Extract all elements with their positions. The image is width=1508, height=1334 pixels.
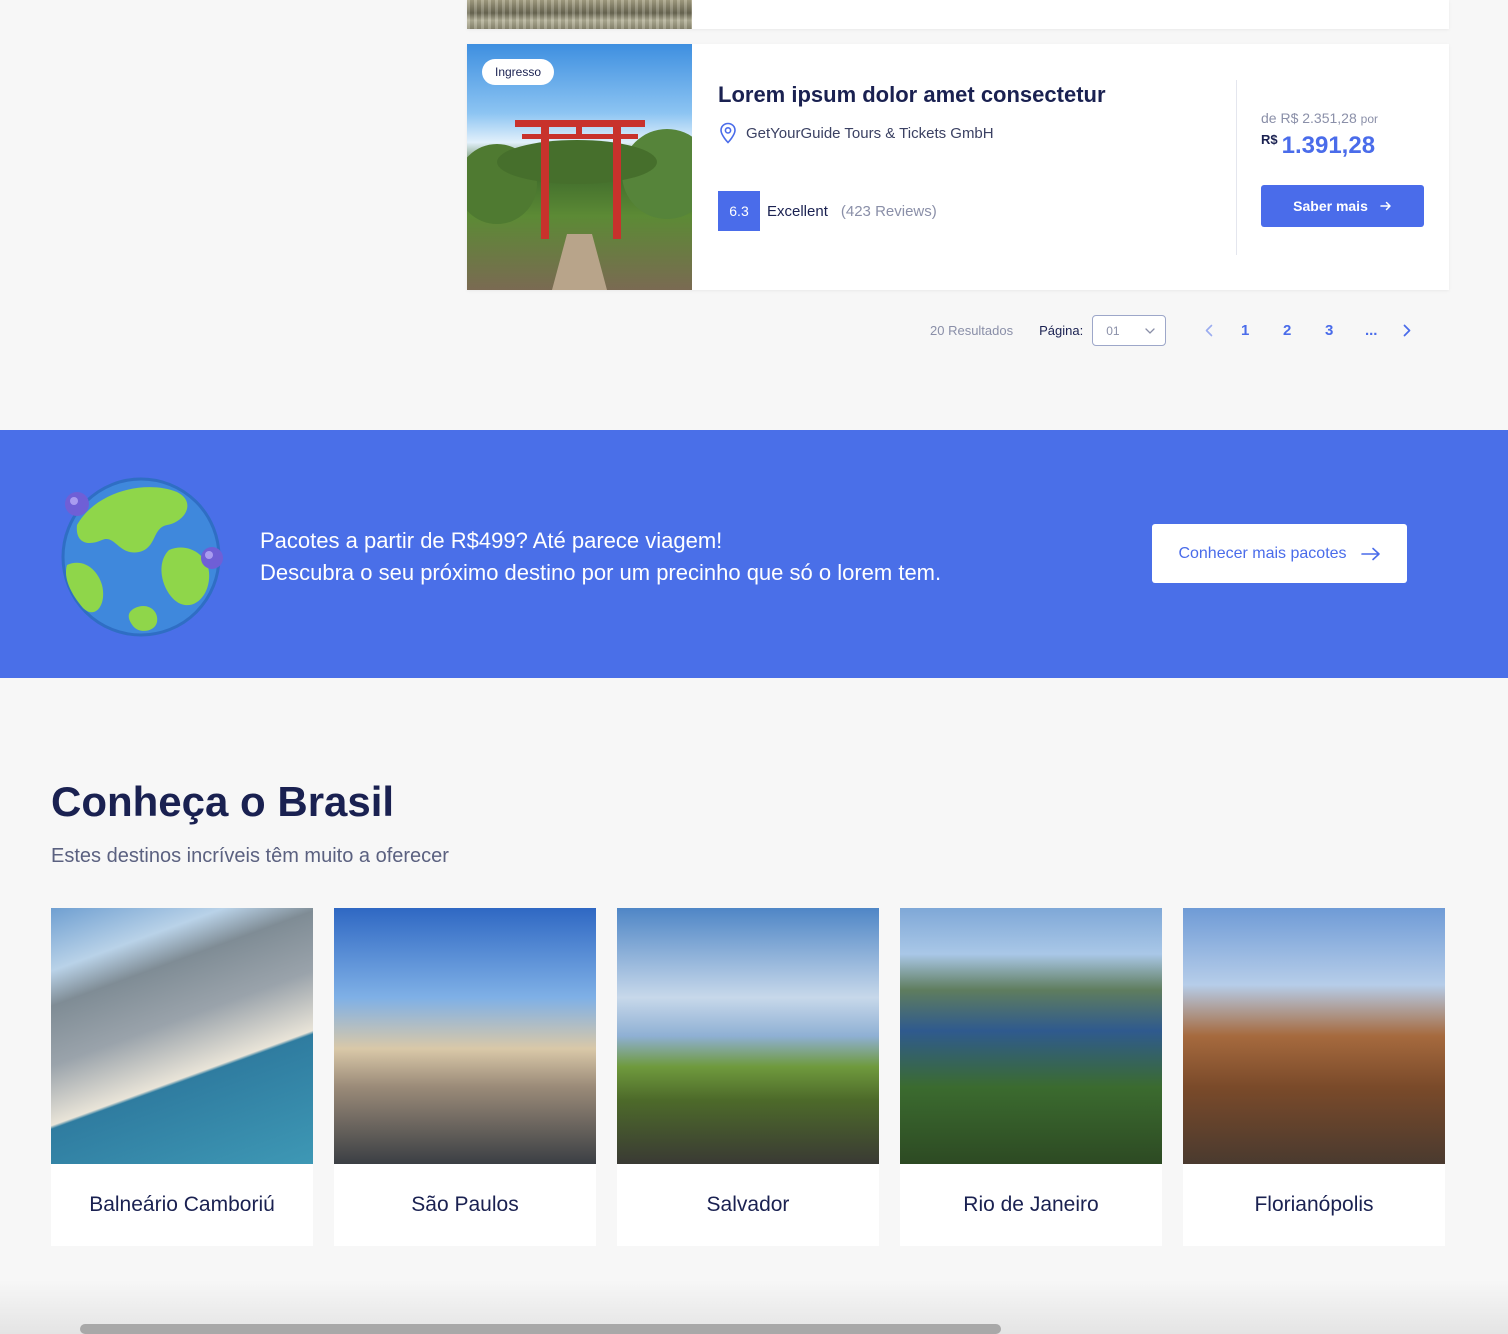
section-subtitle: Estes destinos incríveis têm muito a ofe… — [51, 845, 449, 867]
conhecer-pacotes-label: Conhecer mais pacotes — [1178, 544, 1347, 562]
destination-name: Florianópolis — [1254, 1193, 1374, 1216]
page-select-value: 01 — [1106, 323, 1120, 338]
destination-name: Salvador — [706, 1193, 790, 1216]
destination-card[interactable]: Balneário Camboriú — [51, 908, 313, 1246]
destination-photo — [51, 908, 313, 1164]
banner-text: Pacotes a partir de R$499? Até parece vi… — [260, 525, 941, 589]
destination-photo — [617, 908, 879, 1164]
price-old-value: de R$ 2.351,28 — [1261, 110, 1357, 126]
previous-product-photo — [467, 0, 692, 29]
card-divider — [1236, 80, 1237, 255]
destination-name: Rio de Janeiro — [963, 1193, 1099, 1216]
next-page-button[interactable] — [1392, 324, 1422, 337]
destination-photo — [334, 908, 596, 1164]
price-current: R$ 1.391,28 — [1261, 130, 1375, 160]
location-pin-icon — [720, 122, 736, 144]
previous-product-card[interactable] — [467, 0, 1449, 29]
chevron-left-icon — [1205, 324, 1213, 337]
chevron-right-icon — [1403, 324, 1411, 337]
saber-mais-button[interactable]: Saber mais — [1261, 185, 1424, 227]
destination-card[interactable]: Rio de Janeiro — [900, 908, 1162, 1246]
review-count[interactable]: (423 Reviews) — [841, 203, 937, 220]
pager: 1 2 3 ... — [1194, 322, 1422, 339]
destination-card[interactable]: São Paulos — [334, 908, 596, 1246]
product-card[interactable]: Ingresso Lorem ipsum dolor amet consecte… — [467, 44, 1449, 290]
banner-line-2: Descubra o seu próximo destino por um pr… — [260, 560, 942, 585]
chevron-down-icon — [1145, 327, 1155, 334]
destination-photo — [900, 908, 1162, 1164]
section-title: Conheça o Brasil — [51, 778, 395, 825]
product-title[interactable]: Lorem ipsum dolor amet consectetur — [718, 82, 1106, 108]
prev-page-button[interactable] — [1194, 324, 1224, 337]
conhecer-pacotes-button[interactable]: Conhecer mais pacotes — [1152, 524, 1407, 583]
rating-label: Excellent — [767, 202, 828, 220]
horizontal-scrollbar[interactable] — [80, 1324, 1001, 1334]
destination-photo — [1183, 908, 1445, 1164]
destination-list: Balneário Camboriú São Paulos Salvador R… — [51, 908, 1445, 1246]
saber-mais-label: Saber mais — [1293, 198, 1368, 214]
page-select[interactable]: 01 — [1092, 315, 1167, 346]
price-value: 1.391,28 — [1281, 132, 1376, 159]
product-tag: Ingresso — [482, 59, 555, 85]
page-link[interactable]: 3 — [1308, 322, 1350, 339]
price-currency: R$ — [1261, 132, 1278, 147]
banner-line-1: Pacotes a partir de R$499? Até parece vi… — [260, 528, 723, 553]
globe-illustration — [61, 477, 223, 637]
rating-score: 6.3 — [718, 191, 760, 231]
page-label: Página: — [1039, 323, 1084, 338]
page-ellipsis[interactable]: ... — [1350, 322, 1392, 339]
results-count: 20 Resultados — [930, 323, 1014, 338]
page-link[interactable]: 1 — [1224, 322, 1266, 339]
promo-banner: Pacotes a partir de R$499? Até parece vi… — [0, 430, 1508, 678]
arrow-right-icon — [1360, 547, 1380, 560]
price-old: de R$ 2.351,28 por — [1261, 110, 1378, 126]
product-provider: GetYourGuide Tours & Tickets GmbH — [718, 122, 994, 144]
price-old-suffix: por — [1360, 112, 1378, 126]
pagination: 20 Resultados Página: 01 1 2 3 ... — [930, 315, 1422, 346]
product-rating: 6.3 Excellent (423 Reviews) — [718, 191, 937, 231]
destination-card[interactable]: Salvador — [617, 908, 879, 1246]
destination-name: São Paulos — [411, 1193, 519, 1216]
page-link[interactable]: 2 — [1266, 322, 1308, 339]
arrow-right-icon — [1380, 201, 1391, 211]
provider-name: GetYourGuide Tours & Tickets GmbH — [746, 124, 994, 142]
product-photo: Ingresso — [467, 44, 692, 290]
destination-name: Balneário Camboriú — [89, 1193, 275, 1216]
destination-card[interactable]: Florianópolis — [1183, 908, 1445, 1246]
